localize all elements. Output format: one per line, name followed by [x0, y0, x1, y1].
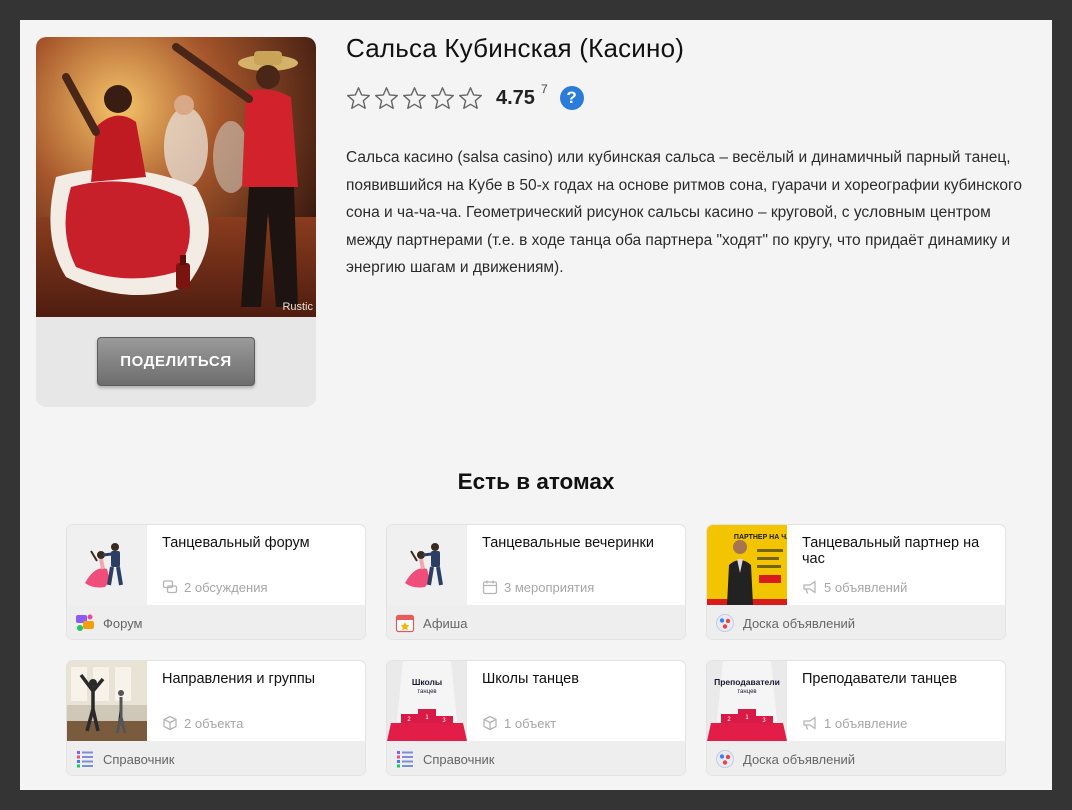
- atom-count: 5 объявлений: [802, 578, 907, 596]
- rating-count: 7: [540, 82, 548, 96]
- atom-count-label: 5 объявлений: [824, 579, 908, 595]
- star-icon[interactable]: [346, 86, 371, 111]
- dance-photo[interactable]: Rustic: [36, 37, 316, 317]
- atom-count: 2 обсуждения: [162, 578, 268, 596]
- atom-title[interactable]: Танцевальный партнер на час: [802, 535, 997, 567]
- directory-icon: [397, 751, 413, 768]
- rating-stars: [346, 86, 483, 111]
- atom-count-label: 1 объявление: [824, 715, 908, 731]
- svg-text:танцев: танцев: [737, 689, 756, 695]
- atom-card[interactable]: Направления и группы 2 объекта Справочник: [66, 660, 366, 776]
- svg-text:танцев: танцев: [417, 689, 436, 695]
- board-icon: [716, 750, 734, 768]
- star-icon[interactable]: [458, 86, 483, 111]
- atom-card[interactable]: Преподаватели танцев 1 2 3 Преподаватели танц…: [706, 660, 1006, 776]
- star-icon[interactable]: [374, 86, 399, 111]
- description: Сальса касино (salsa casino) или кубинск…: [346, 149, 1022, 276]
- atom-card[interactable]: Танцевальные вечеринки 3 мероприятия Афиша: [386, 524, 686, 640]
- partner-poster-text: ПАРТНЕР НА ЧАС: [734, 534, 787, 541]
- atom-count-label: 2 объекта: [184, 715, 244, 731]
- atom-thumbnail[interactable]: Преподаватели танцев 1 2 3: [707, 661, 787, 741]
- atom-count: 3 мероприятия: [482, 578, 594, 596]
- atom-title[interactable]: Танцевальный форум: [162, 535, 357, 551]
- atom-category-label: Справочник: [103, 751, 175, 767]
- salsa-dancers-image: [36, 37, 316, 317]
- dancing-couple-icon: [387, 525, 467, 605]
- atom-count-label: 3 мероприятия: [504, 579, 595, 595]
- atoms-section-title: Есть в атомах: [457, 469, 615, 494]
- atom-count-label: 2 обсуждения: [184, 579, 268, 595]
- photo-credit: Rustic: [282, 301, 313, 313]
- atom-card[interactable]: Школы танцев 1 2 3 Школы танцев 1 объект Справо…: [386, 660, 686, 776]
- atom-thumbnail[interactable]: ПАРТНЕР НА ЧАС: [707, 525, 787, 605]
- atom-category[interactable]: Форум: [67, 605, 365, 639]
- atom-category-label: Доска объявлений: [743, 615, 856, 631]
- discussion-icon: [162, 580, 178, 594]
- atom-category[interactable]: Афиша: [387, 605, 685, 639]
- atom-count: 1 объявление: [802, 714, 907, 732]
- calendar-icon: [482, 580, 498, 595]
- board-icon: [716, 614, 734, 632]
- atom-count-label: 1 объект: [504, 715, 557, 731]
- page: Rustic ПОДЕЛИТЬСЯ Сальса Кубинская (Каси…: [20, 20, 1052, 790]
- atom-category-label: Доска объявлений: [743, 751, 856, 767]
- atom-category-label: Форум: [103, 615, 143, 631]
- star-icon[interactable]: [402, 86, 427, 111]
- atom-category[interactable]: Доска объявлений: [707, 741, 1005, 775]
- atom-category[interactable]: Доска объявлений: [707, 605, 1005, 639]
- help-icon[interactable]: ?: [559, 86, 584, 110]
- cube-icon: [163, 715, 177, 731]
- forum-icon: [76, 614, 94, 631]
- atom-title[interactable]: Преподаватели танцев: [802, 671, 997, 687]
- photo-card: Rustic ПОДЕЛИТЬСЯ: [36, 37, 316, 407]
- partner-poster: ПАРТНЕР НА ЧАС: [707, 525, 787, 605]
- atom-thumbnail[interactable]: [67, 525, 147, 605]
- svg-text:Преподаватели: Преподаватели: [714, 677, 780, 687]
- atom-category[interactable]: Справочник: [387, 741, 685, 775]
- megaphone-icon: [803, 716, 816, 730]
- atom-category-label: Справочник: [423, 751, 495, 767]
- share-button[interactable]: ПОДЕЛИТЬСЯ: [97, 337, 255, 386]
- atom-card[interactable]: ПАРТНЕР НА ЧАС Танцевальный партнер на ча…: [706, 524, 1006, 640]
- svg-text:Школы: Школы: [412, 677, 442, 687]
- atom-title[interactable]: Школы танцев: [482, 671, 677, 687]
- atom-category[interactable]: Справочник: [67, 741, 365, 775]
- rating-value: 4.75: [496, 86, 535, 109]
- podium-icon: Школытанцев12 3: [387, 661, 467, 741]
- atom-category-label: Афиша: [423, 615, 468, 631]
- podium-icon: Преподавателитанцев12 3: [707, 661, 787, 741]
- atom-thumbnail[interactable]: Школы танцев 1 2 3: [387, 661, 467, 741]
- directory-icon: [77, 751, 93, 768]
- atom-count: 1 объект: [482, 714, 556, 732]
- atom-title[interactable]: Танцевальные вечеринки: [482, 535, 677, 551]
- dance-studio-photo: [67, 661, 147, 741]
- page-title: Сальса Кубинская (Касино): [346, 33, 685, 63]
- atom-card[interactable]: Танцевальный форум 2 обсуждения Форум: [66, 524, 366, 640]
- rating: 4.75 7 ?: [346, 82, 584, 112]
- atom-thumbnail[interactable]: [67, 661, 147, 741]
- atom-thumbnail[interactable]: [387, 525, 467, 605]
- megaphone-icon: [803, 580, 816, 594]
- poster-icon: [395, 614, 415, 633]
- atom-count: 2 объекта: [162, 714, 243, 732]
- star-icon[interactable]: [430, 86, 455, 111]
- cube-icon: [483, 715, 497, 731]
- atom-title[interactable]: Направления и группы: [162, 671, 357, 687]
- dancing-couple-icon: [67, 525, 147, 605]
